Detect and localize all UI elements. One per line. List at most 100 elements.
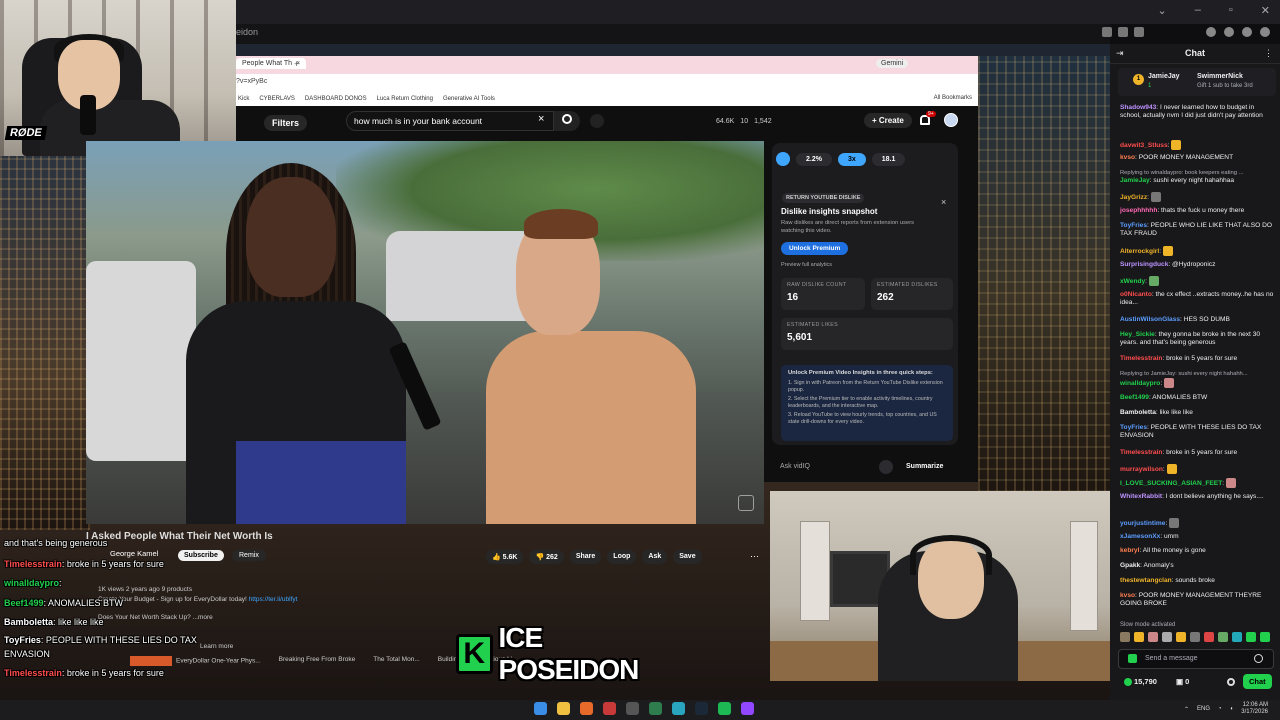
star-icon[interactable] [1134, 27, 1144, 37]
maximize-icon[interactable]: ▫ [1229, 4, 1233, 17]
more-link[interactable]: ...more [193, 614, 213, 621]
chat-message[interactable]: Timelesstrain: broke in 5 years for sure [1120, 449, 1276, 457]
file-explorer-icon[interactable] [557, 702, 570, 715]
chat-message[interactable]: Bamboletta: like like like [1120, 409, 1276, 417]
chat-message[interactable]: thestewtangclan: sounds broke [1120, 577, 1276, 585]
channel-watermark-icon[interactable] [738, 495, 754, 511]
emote-icon[interactable] [1232, 632, 1242, 642]
chat-username[interactable]: JayGrizz [1120, 194, 1147, 201]
chat-username[interactable]: Alterrockgirl [1120, 248, 1159, 255]
clear-search-icon[interactable]: × [538, 113, 544, 125]
wifi-icon[interactable]: ◔ [1218, 706, 1222, 712]
chat-message[interactable]: JayGrizz: [1120, 192, 1276, 202]
chat-username[interactable]: Hey_Sickie [1120, 331, 1155, 338]
reply-context[interactable]: Replying to winaldaypro: book keepers ea… [1120, 169, 1276, 177]
app-icon[interactable] [672, 702, 685, 715]
chat-message[interactable]: Timelesstrain: broke in 5 years for sure [1120, 355, 1276, 363]
speed-icon[interactable] [776, 152, 790, 166]
chat-message[interactable]: xJamesonXx: umm [1120, 533, 1276, 541]
speed-option[interactable]: 3x [837, 152, 866, 166]
chat-message[interactable]: Beef1499: ANOMALIES BTW [1120, 394, 1276, 402]
emote-icon[interactable] [1246, 632, 1256, 642]
chat-username[interactable]: josephhhhh [1120, 207, 1157, 214]
chat-message[interactable]: Surprisingduck: @Hydroponicz [1120, 261, 1276, 269]
bookmark-item[interactable]: CYBERLAVS [259, 96, 295, 102]
channel-points[interactable]: 15,790 [1124, 677, 1157, 687]
chat-message[interactable]: WhitexRabbit: I dont believe anything he… [1120, 493, 1276, 501]
chat-message[interactable]: murraywilson: [1120, 464, 1276, 474]
chat-message[interactable]: Hey_Sickie: they gonna be broke in the n… [1120, 331, 1276, 348]
voice-search-icon[interactable] [590, 114, 604, 128]
steam-icon[interactable] [695, 702, 708, 715]
avatar[interactable] [944, 113, 958, 127]
chat-username[interactable]: Timelesstrain [1120, 449, 1162, 456]
description-link[interactable]: https://ter.li/ublfyt [249, 596, 298, 603]
emote-icon[interactable] [1134, 632, 1144, 642]
outer-address-bar[interactable] [236, 24, 1110, 44]
related-video[interactable]: EveryDollar One-Year Phys... [130, 656, 261, 666]
chat-message[interactable]: kvso: POOR MONEY MANAGEMENT THEYRE GOING… [1120, 592, 1276, 609]
bookmark-item[interactable]: DASHBOARD DONOS [305, 96, 367, 102]
send-icon[interactable] [879, 460, 893, 474]
chat-message[interactable]: Replying to JamieJay: sushi every night … [1120, 370, 1276, 389]
chat-username[interactable]: AustinWilsonGlass [1120, 316, 1180, 323]
gear-icon[interactable] [1227, 678, 1235, 686]
chat-username[interactable]: JamieJay [1120, 177, 1150, 184]
unlock-premium-button[interactable]: Unlock Premium [781, 242, 849, 255]
chat-badge-icon[interactable] [1128, 654, 1137, 663]
search-icon[interactable] [562, 114, 572, 124]
chat-message[interactable]: Alterrockgirl: [1120, 246, 1276, 256]
chat-username[interactable]: Beef1499 [1120, 394, 1149, 401]
chat-username[interactable]: I_LOVE_SUCKING_ASIAN_FEET [1120, 480, 1222, 487]
chat-message[interactable]: davwit3_Stluss: [1120, 140, 1276, 150]
related-video[interactable]: The Total Mon... [373, 656, 420, 666]
app-icon[interactable] [649, 702, 662, 715]
reply-context[interactable]: Replying to JamieJay: sushi every night … [1120, 370, 1276, 378]
gemini-button[interactable]: Gemini [876, 59, 909, 68]
chat-username[interactable]: xWendy [1120, 278, 1145, 285]
chat-message[interactable]: ToyFries: PEOPLE WHO LIE LIKE THAT ALSO … [1120, 222, 1276, 239]
emote-icon[interactable] [1148, 632, 1158, 642]
share-button[interactable]: Share [569, 550, 602, 564]
chat-username[interactable]: kvso [1120, 154, 1135, 161]
chat-username[interactable]: ToyFries [1120, 222, 1147, 229]
chat-message[interactable]: kvso: POOR MONEY MANAGEMENT [1120, 154, 1276, 162]
minimize-icon[interactable]: – [1195, 4, 1201, 17]
chat-message[interactable]: AustinWilsonGlass: HES SO DUMB [1120, 316, 1276, 324]
chat-message[interactable]: Replying to winaldaypro: book keepers ea… [1120, 169, 1276, 186]
chat-username[interactable]: winalldaypro [1120, 380, 1160, 387]
summarize-button[interactable]: Summarize [906, 463, 943, 470]
firefox-icon[interactable] [580, 702, 593, 715]
app-icon[interactable] [626, 702, 639, 715]
emote-picker-icon[interactable] [1254, 654, 1263, 663]
dislike-button[interactable]: 👎 262 [529, 550, 564, 564]
new-tab-icon[interactable]: + [294, 59, 299, 69]
chat-message[interactable]: xWendy: [1120, 276, 1276, 286]
bookmark-item[interactable]: Luca Return Clothing [377, 96, 433, 102]
chat-username[interactable]: Bamboletta [1120, 409, 1156, 416]
extension-icon[interactable] [1118, 27, 1128, 37]
collapse-chat-icon[interactable]: ⇥ [1116, 48, 1124, 59]
subscribe-button[interactable]: Subscribe [178, 550, 224, 561]
bits-counter[interactable]: ▣ 0 [1176, 677, 1189, 686]
bookmark-item[interactable]: Generative AI Tools [443, 96, 495, 102]
chat-username[interactable]: ToyFries [1120, 424, 1147, 431]
chat-username[interactable]: WhitexRabbit [1120, 493, 1162, 500]
chat-username[interactable]: kebryl [1120, 547, 1139, 554]
chat-username[interactable]: kvso [1120, 592, 1135, 599]
menu-icon[interactable] [1260, 27, 1270, 37]
clock[interactable]: 12:06 AM 3/17/2026 [1241, 702, 1268, 716]
more-options-icon[interactable]: ⋯ [750, 551, 759, 562]
more-icon[interactable]: ⋮ [1264, 48, 1273, 59]
chrome-icon[interactable] [603, 702, 616, 715]
chat-message[interactable]: o0Nicanto: the cx effect ..extracts mone… [1120, 291, 1276, 308]
chat-message[interactable]: ToyFries: PEOPLE WITH THESE LIES DO TAX … [1120, 424, 1276, 441]
close-icon[interactable]: ✕ [1261, 4, 1270, 17]
ask-vidiq-input[interactable]: Ask vidIQ [780, 463, 810, 470]
language-indicator[interactable]: ENG [1197, 706, 1210, 712]
emote-icon[interactable] [1120, 632, 1130, 642]
volume-icon[interactable]: ◖ [1230, 706, 1234, 712]
settings-icon[interactable] [1224, 27, 1234, 37]
spotify-icon[interactable] [718, 702, 731, 715]
chat-username[interactable]: murraywilson [1120, 466, 1163, 473]
